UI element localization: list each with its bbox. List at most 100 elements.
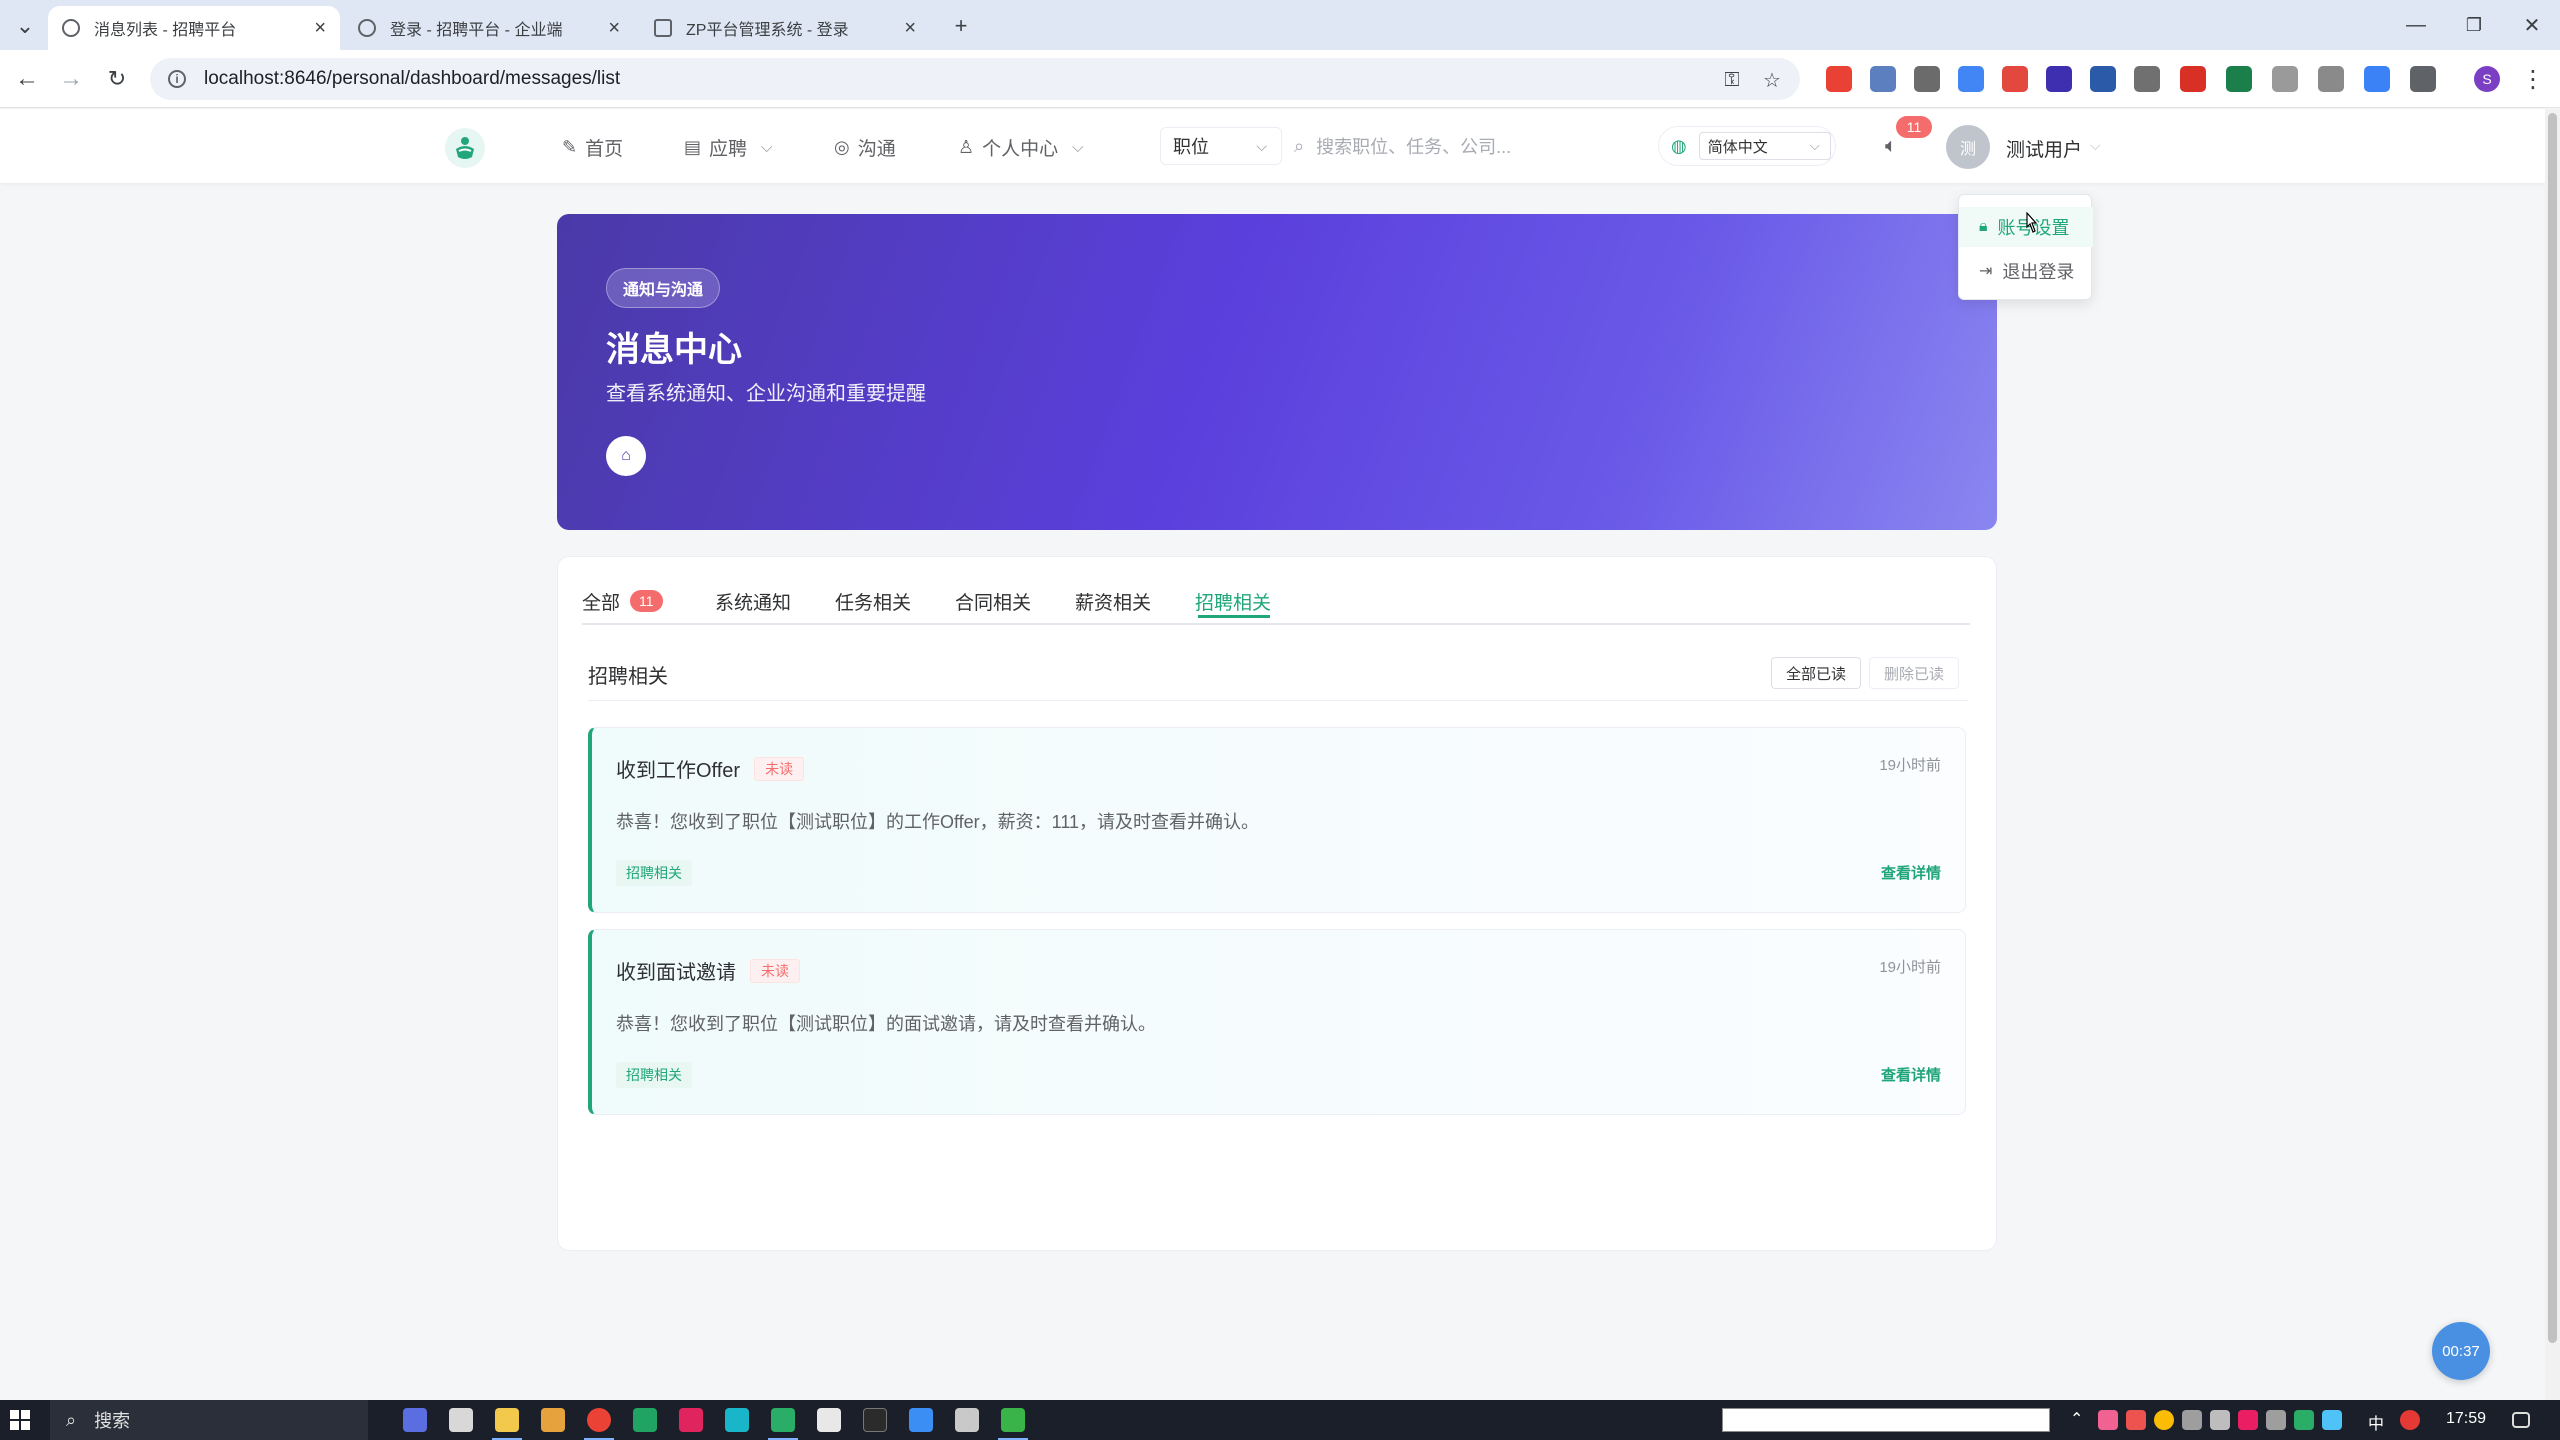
- extension-2-icon[interactable]: [1870, 66, 1896, 92]
- tab-search-chevron-icon[interactable]: ⌄: [12, 13, 38, 39]
- address-bar[interactable]: i localhost:8646/personal/dashboard/mess…: [150, 58, 1800, 100]
- extension-1-icon[interactable]: [1826, 66, 1852, 92]
- browser-menu-icon[interactable]: ⋮: [2518, 64, 2548, 94]
- message-item[interactable]: 收到工作Offer 未读 19小时前 恭喜！您收到了职位【测试职位】的工作Off…: [588, 727, 1966, 913]
- extension-6-icon[interactable]: [2046, 66, 2072, 92]
- category-value: 职位: [1173, 137, 1209, 157]
- avatar[interactable]: 测: [1946, 125, 1990, 169]
- new-tab-icon[interactable]: +: [948, 13, 974, 39]
- extensions-puzzle-icon[interactable]: [2410, 66, 2436, 92]
- delete-read-button[interactable]: 删除已读: [1869, 657, 1960, 689]
- display-icon[interactable]: [2210, 1410, 2230, 1430]
- forward-icon[interactable]: →: [56, 64, 86, 94]
- tray-app-1-icon[interactable]: [2098, 1410, 2118, 1430]
- tray-app-6-icon[interactable]: [2238, 1410, 2258, 1430]
- window-close-icon[interactable]: ✕: [2502, 8, 2560, 42]
- taskbar-app-14-icon[interactable]: [1001, 1408, 1025, 1432]
- extension-3-icon[interactable]: [1914, 66, 1940, 92]
- minimize-icon[interactable]: —: [2386, 8, 2446, 42]
- nav-personal-center[interactable]: ♙ 个人中心 ⌵: [958, 133, 1084, 161]
- mark-all-read-button[interactable]: 全部已读: [1771, 657, 1862, 689]
- taskbar-app-7-icon[interactable]: [679, 1408, 703, 1432]
- pdf-extension-icon[interactable]: [2180, 66, 2206, 92]
- extension-5-icon[interactable]: [2002, 66, 2028, 92]
- nav-home[interactable]: ✎ 首页: [562, 133, 623, 161]
- chat-icon: ◎: [834, 136, 850, 157]
- message-item[interactable]: 收到面试邀请 未读 19小时前 恭喜！您收到了职位【测试职位】的面试邀请，请及时…: [588, 929, 1966, 1115]
- browser-profile-avatar[interactable]: S: [2474, 66, 2500, 92]
- wechat-icon[interactable]: [771, 1408, 795, 1432]
- chevron-down-icon[interactable]: ⌵: [2090, 137, 2101, 154]
- taskbar-app-8-icon[interactable]: [725, 1408, 749, 1432]
- taskbar-address-input[interactable]: [1722, 1408, 2050, 1432]
- tab-system[interactable]: 系统通知: [715, 587, 791, 615]
- tray-app-4-icon[interactable]: [2182, 1410, 2202, 1430]
- browser-tab-admin-login[interactable]: ZP平台管理系统 - 登录 ×: [640, 6, 930, 50]
- taskbar-app-6-icon[interactable]: [633, 1408, 657, 1432]
- camera-extension-icon[interactable]: [2318, 66, 2344, 92]
- taskbar-app-12-icon[interactable]: [909, 1408, 933, 1432]
- taskbar-app-4-icon[interactable]: [541, 1408, 565, 1432]
- browser-tab-enterprise-login[interactable]: 登录 - 招聘平台 - 企业端 ×: [344, 6, 634, 50]
- search-category-select[interactable]: 职位 ⌵: [1160, 127, 1282, 165]
- logout-menu-item[interactable]: ⇥ 退出登录: [1959, 251, 2093, 291]
- taskbar-app-13-icon[interactable]: [955, 1408, 979, 1432]
- network-icon[interactable]: [2322, 1410, 2342, 1430]
- tab-task[interactable]: 任务相关: [835, 587, 911, 615]
- chrome-icon[interactable]: [587, 1408, 611, 1432]
- taskbar-search[interactable]: ⌕ 搜索: [50, 1400, 368, 1440]
- tray-wechat-icon[interactable]: [2294, 1410, 2314, 1430]
- extension-7-icon[interactable]: [2090, 66, 2116, 92]
- app-header: ✎ 首页 ▤ 应聘 ⌵ ◎ 沟通 ♙ 个人中心 ⌵ 职位 ⌵ ⌕ 搜索职位、任务…: [0, 109, 2545, 183]
- taskbar-app-10-icon[interactable]: [817, 1408, 841, 1432]
- reload-icon[interactable]: ↻: [102, 64, 132, 94]
- extension-13-icon[interactable]: [2364, 66, 2390, 92]
- floating-timer-button[interactable]: 00:37: [2432, 1322, 2490, 1380]
- home-icon[interactable]: ⌂: [606, 436, 646, 476]
- close-tab-icon[interactable]: ×: [314, 17, 326, 40]
- tab-contract[interactable]: 合同相关: [955, 587, 1031, 615]
- password-key-icon[interactable]: ⚿: [1720, 68, 1744, 92]
- browser-tab-messages[interactable]: 消息列表 - 招聘平台 ×: [48, 6, 340, 50]
- divider: [588, 700, 1968, 701]
- taskbar-app-2-icon[interactable]: [449, 1408, 473, 1432]
- nav-apply[interactable]: ▤ 应聘 ⌵: [684, 133, 772, 161]
- username[interactable]: 测试用户: [2006, 135, 2082, 162]
- tray-app-2-icon[interactable]: [2126, 1410, 2146, 1430]
- nav-chat[interactable]: ◎ 沟通: [834, 133, 896, 161]
- tab-all[interactable]: 全部 11: [582, 587, 663, 615]
- view-details-link[interactable]: 查看详情: [1881, 1064, 1941, 1085]
- tab-recruitment[interactable]: 招聘相关: [1195, 587, 1271, 615]
- language-select[interactable]: 简体中文 ⌵: [1698, 132, 1831, 160]
- app-logo[interactable]: [445, 128, 485, 168]
- translate-extension-icon[interactable]: [1958, 66, 1984, 92]
- message-time: 19小时前: [1879, 959, 1941, 976]
- file-explorer-icon[interactable]: [495, 1408, 519, 1432]
- volume-icon[interactable]: [2266, 1410, 2286, 1430]
- close-tab-icon[interactable]: ×: [904, 17, 916, 40]
- restore-icon[interactable]: ❐: [2444, 8, 2504, 42]
- taskbar-clock[interactable]: 17:59: [2446, 1410, 2486, 1428]
- chevron-up-icon[interactable]: ⌃: [2070, 1409, 2090, 1429]
- page-scrollbar[interactable]: [2545, 109, 2560, 1400]
- search-input[interactable]: ⌕ 搜索职位、任务、公司...: [1282, 127, 1632, 165]
- close-tab-icon[interactable]: ×: [608, 17, 620, 40]
- scrollbar-thumb[interactable]: [2548, 113, 2557, 1343]
- notification-center-icon[interactable]: [2512, 1412, 2530, 1428]
- tab-salary[interactable]: 薪资相关: [1075, 587, 1151, 615]
- taskbar-app-1-icon[interactable]: [403, 1408, 427, 1432]
- tray-app-10-icon[interactable]: [2400, 1410, 2420, 1430]
- bookmark-star-icon[interactable]: ☆: [1760, 68, 1784, 92]
- ime-indicator[interactable]: 中: [2368, 1410, 2384, 1434]
- site-info-icon[interactable]: i: [168, 70, 186, 88]
- extension-8-icon[interactable]: [2134, 66, 2160, 92]
- url-text: localhost:8646/personal/dashboard/messag…: [204, 68, 621, 89]
- taskbar-app-11-icon[interactable]: [863, 1408, 887, 1432]
- view-details-link[interactable]: 查看详情: [1881, 862, 1941, 883]
- back-icon[interactable]: ←: [12, 64, 42, 94]
- extension-11-icon[interactable]: [2272, 66, 2298, 92]
- windows-start-icon[interactable]: [10, 1410, 30, 1430]
- tray-chrome-icon[interactable]: [2154, 1410, 2174, 1430]
- language-switcher[interactable]: ◍ 简体中文 ⌵: [1658, 126, 1836, 166]
- extension-10-icon[interactable]: [2226, 66, 2252, 92]
